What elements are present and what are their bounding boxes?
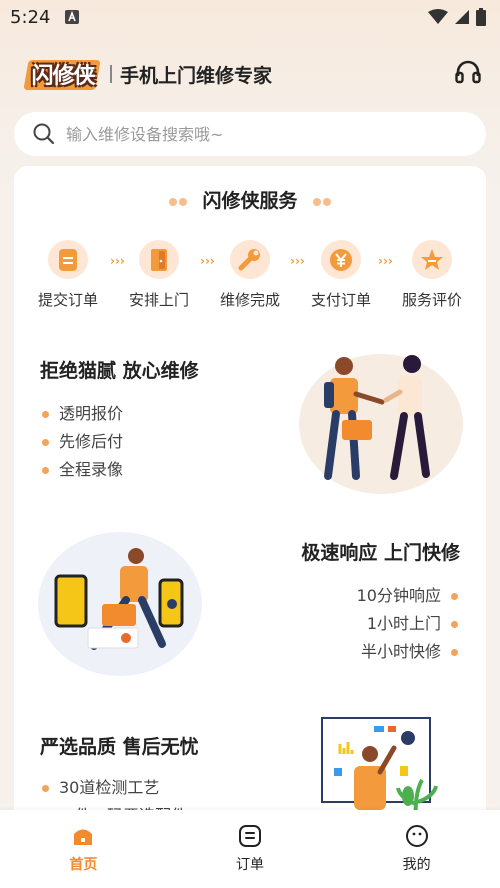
wrench-icon <box>238 248 260 270</box>
signal-icon <box>455 10 469 24</box>
status-time: 5:24 <box>10 6 51 28</box>
status-bar: 5:24 <box>0 0 500 34</box>
bottom-navigation: 首页 订单 我的 <box>0 810 500 888</box>
document-icon <box>59 248 77 271</box>
fast-repair-illustration <box>38 532 202 676</box>
step-label: 提交订单 <box>37 291 98 309</box>
title-deco-right <box>323 197 332 206</box>
profile-icon <box>405 825 428 847</box>
nav-label: 首页 <box>69 857 98 873</box>
header-divider <box>110 65 112 83</box>
door-icon <box>151 248 167 271</box>
home-icon <box>74 829 93 845</box>
service-steps: 提交订单 安排上门 维修完成 支付订单 服务评价 <box>28 240 472 310</box>
feature-item: 先修后付 <box>59 432 124 451</box>
step-submit-order: 提交订单 <box>28 240 108 310</box>
app-header: 闪修侠 手机上门维修专家 <box>22 50 482 98</box>
search-icon <box>33 123 55 145</box>
search-input[interactable] <box>64 123 448 145</box>
feature-title-transparent: 拒绝猫腻 放心维修 <box>40 360 199 382</box>
step-arrow-icon: ››› <box>110 254 125 268</box>
wifi-icon <box>428 9 448 24</box>
feature-title-fast: 极速响应 上门快修 <box>301 542 460 564</box>
step-arrow-icon: ››› <box>378 254 393 268</box>
title-deco-left <box>168 197 177 206</box>
step-label: 安排上门 <box>128 291 189 309</box>
step-arrange-visit: 安排上门 <box>119 240 199 310</box>
nav-label: 订单 <box>235 857 264 873</box>
step-repair-complete: 维修完成 <box>210 240 290 310</box>
feature-list-transparent: 透明报价 先修后付 全程录像 <box>42 400 123 484</box>
nav-profile[interactable]: 我的 <box>357 810 477 874</box>
step-rate-service: 服务评价 <box>392 240 472 310</box>
step-pay-order: 支付订单 <box>301 240 381 310</box>
nav-home[interactable]: 首页 <box>23 810 143 874</box>
service-card: 闪修侠服务 提交订单 安排上门 维修完成 支付订单 服务评价 ››› ››› ›… <box>14 166 486 826</box>
app-logo: 闪修侠 <box>22 54 104 94</box>
customer-service-icon[interactable] <box>454 58 482 86</box>
notification-icon <box>65 10 80 24</box>
app-slogan: 手机上门维修专家 <box>120 64 273 87</box>
service-section-title: 闪修侠服务 <box>14 186 486 213</box>
star-icon <box>421 248 443 270</box>
step-arrow-icon: ››› <box>200 254 215 268</box>
step-arrow-icon: ››› <box>290 254 305 268</box>
step-label: 支付订单 <box>310 291 371 309</box>
feature-item: 1小时上门 <box>366 614 441 633</box>
feature-title-quality: 严选品质 售后无忧 <box>40 736 199 758</box>
feature-item: 10分钟响应 <box>356 586 441 605</box>
nav-orders[interactable]: 订单 <box>190 810 310 874</box>
handover-illustration <box>299 354 463 494</box>
nav-label: 我的 <box>402 857 431 873</box>
feature-list-fast: 10分钟响应 1小时上门 半小时快修 <box>357 582 458 666</box>
feature-item: 全程录像 <box>59 460 124 479</box>
yuan-icon <box>330 248 352 271</box>
feature-item: 30道检测工艺 <box>59 778 160 797</box>
battery-icon <box>476 8 486 26</box>
search-bar[interactable] <box>14 112 486 156</box>
feature-item: 透明报价 <box>59 404 124 423</box>
feature-item: 半小时快修 <box>360 642 441 661</box>
step-label: 服务评价 <box>401 291 462 309</box>
step-label: 维修完成 <box>219 291 280 309</box>
order-icon <box>238 825 261 847</box>
